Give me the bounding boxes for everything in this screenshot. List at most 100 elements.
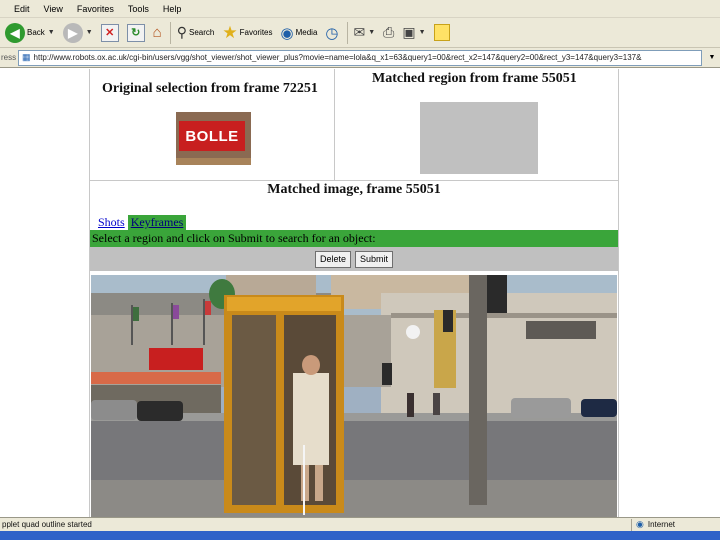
edit-icon: ▣: [402, 24, 416, 40]
view-tabs: Shots Keyframes: [95, 215, 187, 230]
keyframe-image[interactable]: [91, 275, 617, 517]
back-icon: ◀: [5, 22, 25, 43]
favorites-button[interactable]: ★ Favorites: [219, 20, 275, 46]
matched-image-title: Matched image, frame 55051: [267, 182, 441, 197]
original-selection-title: Original selection from frame 72251: [102, 81, 318, 96]
traffic-light-small: [382, 363, 392, 385]
search-button[interactable]: ⚲ Search: [174, 20, 218, 46]
menu-view[interactable]: View: [44, 4, 63, 14]
person-coat: [293, 373, 329, 465]
sidewalk-near: [91, 480, 617, 517]
phone-booth-glass: [232, 315, 276, 505]
refresh-button[interactable]: ↻: [124, 20, 148, 46]
menu-favorites[interactable]: Favorites: [77, 4, 114, 14]
back-button[interactable]: ◀ Back ▼: [2, 20, 58, 46]
internet-icon: ◉: [636, 519, 644, 529]
print-button[interactable]: ⎙: [380, 20, 397, 46]
edit-dropdown-icon[interactable]: ▼: [419, 29, 426, 36]
address-dropdown-icon[interactable]: ▼: [706, 51, 718, 65]
clock: [406, 325, 420, 339]
forward-dropdown-icon[interactable]: ▼: [86, 29, 93, 36]
instruction-text: Select a region and click on Submit to s…: [90, 230, 618, 247]
toolbar: ◀ Back ▼ ▶ ▼ ✕ ↻ ⌂ ⚲ Search ★ Favorites …: [0, 18, 720, 48]
person-leg: [315, 465, 323, 501]
phone-booth-roof: [227, 297, 341, 311]
flag: [173, 305, 179, 319]
forward-icon: ▶: [62, 22, 83, 43]
history-icon: ◷: [325, 24, 339, 42]
page-frame: Original selection from frame 72251 BOLL…: [89, 69, 619, 517]
refresh-icon: ↻: [126, 23, 145, 42]
menu-tools[interactable]: Tools: [128, 4, 149, 14]
thumb-trim: [176, 158, 251, 165]
person-head: [302, 355, 320, 375]
building-windows: [526, 321, 596, 339]
mail-icon: ✉: [353, 24, 366, 40]
white-cane: [303, 445, 305, 515]
tab-keyframes[interactable]: Keyframes: [127, 215, 187, 230]
comparison-row: Original selection from frame 72251 BOLL…: [90, 69, 618, 181]
submit-button[interactable]: Submit: [355, 250, 394, 268]
menu-bar: Edit View Favorites Tools Help: [0, 0, 720, 18]
history-button[interactable]: ◷: [322, 20, 341, 46]
mail-dropdown-icon[interactable]: ▼: [368, 29, 375, 36]
store-sign: [149, 348, 203, 370]
forward-button[interactable]: ▶ ▼: [60, 20, 96, 46]
media-label: Media: [295, 28, 318, 37]
status-bar: pplet quad outline started ◉ Internet: [0, 517, 720, 531]
search-label: Search: [189, 28, 215, 37]
back-label: Back: [27, 28, 45, 37]
home-icon: ⌂: [152, 24, 162, 41]
building-trim: [391, 313, 617, 318]
taskbar: [0, 531, 720, 540]
thumb-sign: BOLLE: [179, 121, 245, 151]
pole: [469, 275, 487, 505]
zone-text: Internet: [647, 520, 675, 529]
stop-button[interactable]: ✕: [98, 20, 122, 46]
address-input[interactable]: ▦ http://www.robots.ox.ac.uk/cgi-bin/use…: [18, 49, 702, 66]
toolbar-separator: [169, 21, 171, 44]
traffic-light-small: [443, 310, 453, 332]
car-right: [511, 398, 571, 418]
flag: [133, 307, 139, 321]
address-bar: ress ▦ http://www.robots.ox.ac.uk/cgi-bi…: [0, 48, 720, 68]
pedestrian: [407, 393, 414, 417]
car-left: [91, 400, 137, 420]
pedestrian: [433, 393, 440, 415]
page-viewport: Original selection from frame 72251 BOLL…: [0, 69, 720, 517]
home-button[interactable]: ⌂: [150, 20, 165, 46]
address-url: http://www.robots.ox.ac.uk/cgi-bin/users…: [33, 53, 642, 62]
address-label: ress: [1, 53, 17, 62]
thumb-sign-text: BOLLE: [185, 127, 239, 145]
car-far-right: [581, 399, 617, 417]
car-dark: [137, 401, 183, 421]
favorites-label: Favorites: [239, 28, 273, 37]
matched-region-image: [420, 102, 538, 174]
matched-region-cell: Matched region from frame 55051: [336, 69, 618, 181]
flag: [205, 301, 211, 315]
status-text: pplet quad outline started: [2, 520, 92, 529]
matched-region-title: Matched region from frame 55051: [372, 71, 577, 86]
tab-shots[interactable]: Shots: [95, 215, 128, 230]
edit-button[interactable]: ▣ ▼: [399, 20, 428, 46]
note-button[interactable]: [431, 20, 453, 46]
toolbar-separator: [346, 21, 348, 44]
search-icon: ⚲: [176, 24, 187, 40]
media-button[interactable]: ◉ Media: [278, 20, 321, 46]
note-icon: [433, 24, 450, 41]
security-zone: ◉ Internet: [632, 519, 720, 530]
original-selection-cell: Original selection from frame 72251 BOLL…: [90, 69, 335, 181]
form-button-row: Delete Submit: [90, 247, 618, 271]
page-icon: ▦: [22, 52, 31, 62]
back-dropdown-icon[interactable]: ▼: [48, 29, 55, 36]
print-icon: ⎙: [383, 24, 395, 40]
delete-button[interactable]: Delete: [314, 250, 351, 268]
mail-button[interactable]: ✉ ▼: [351, 20, 379, 46]
menu-edit[interactable]: Edit: [14, 4, 30, 14]
favorites-icon: ★: [222, 22, 238, 42]
store-awning: [91, 372, 221, 384]
stop-icon: ✕: [100, 23, 119, 42]
media-icon: ◉: [280, 24, 294, 42]
original-selection-image: BOLLE: [176, 112, 251, 165]
menu-help[interactable]: Help: [163, 4, 182, 14]
